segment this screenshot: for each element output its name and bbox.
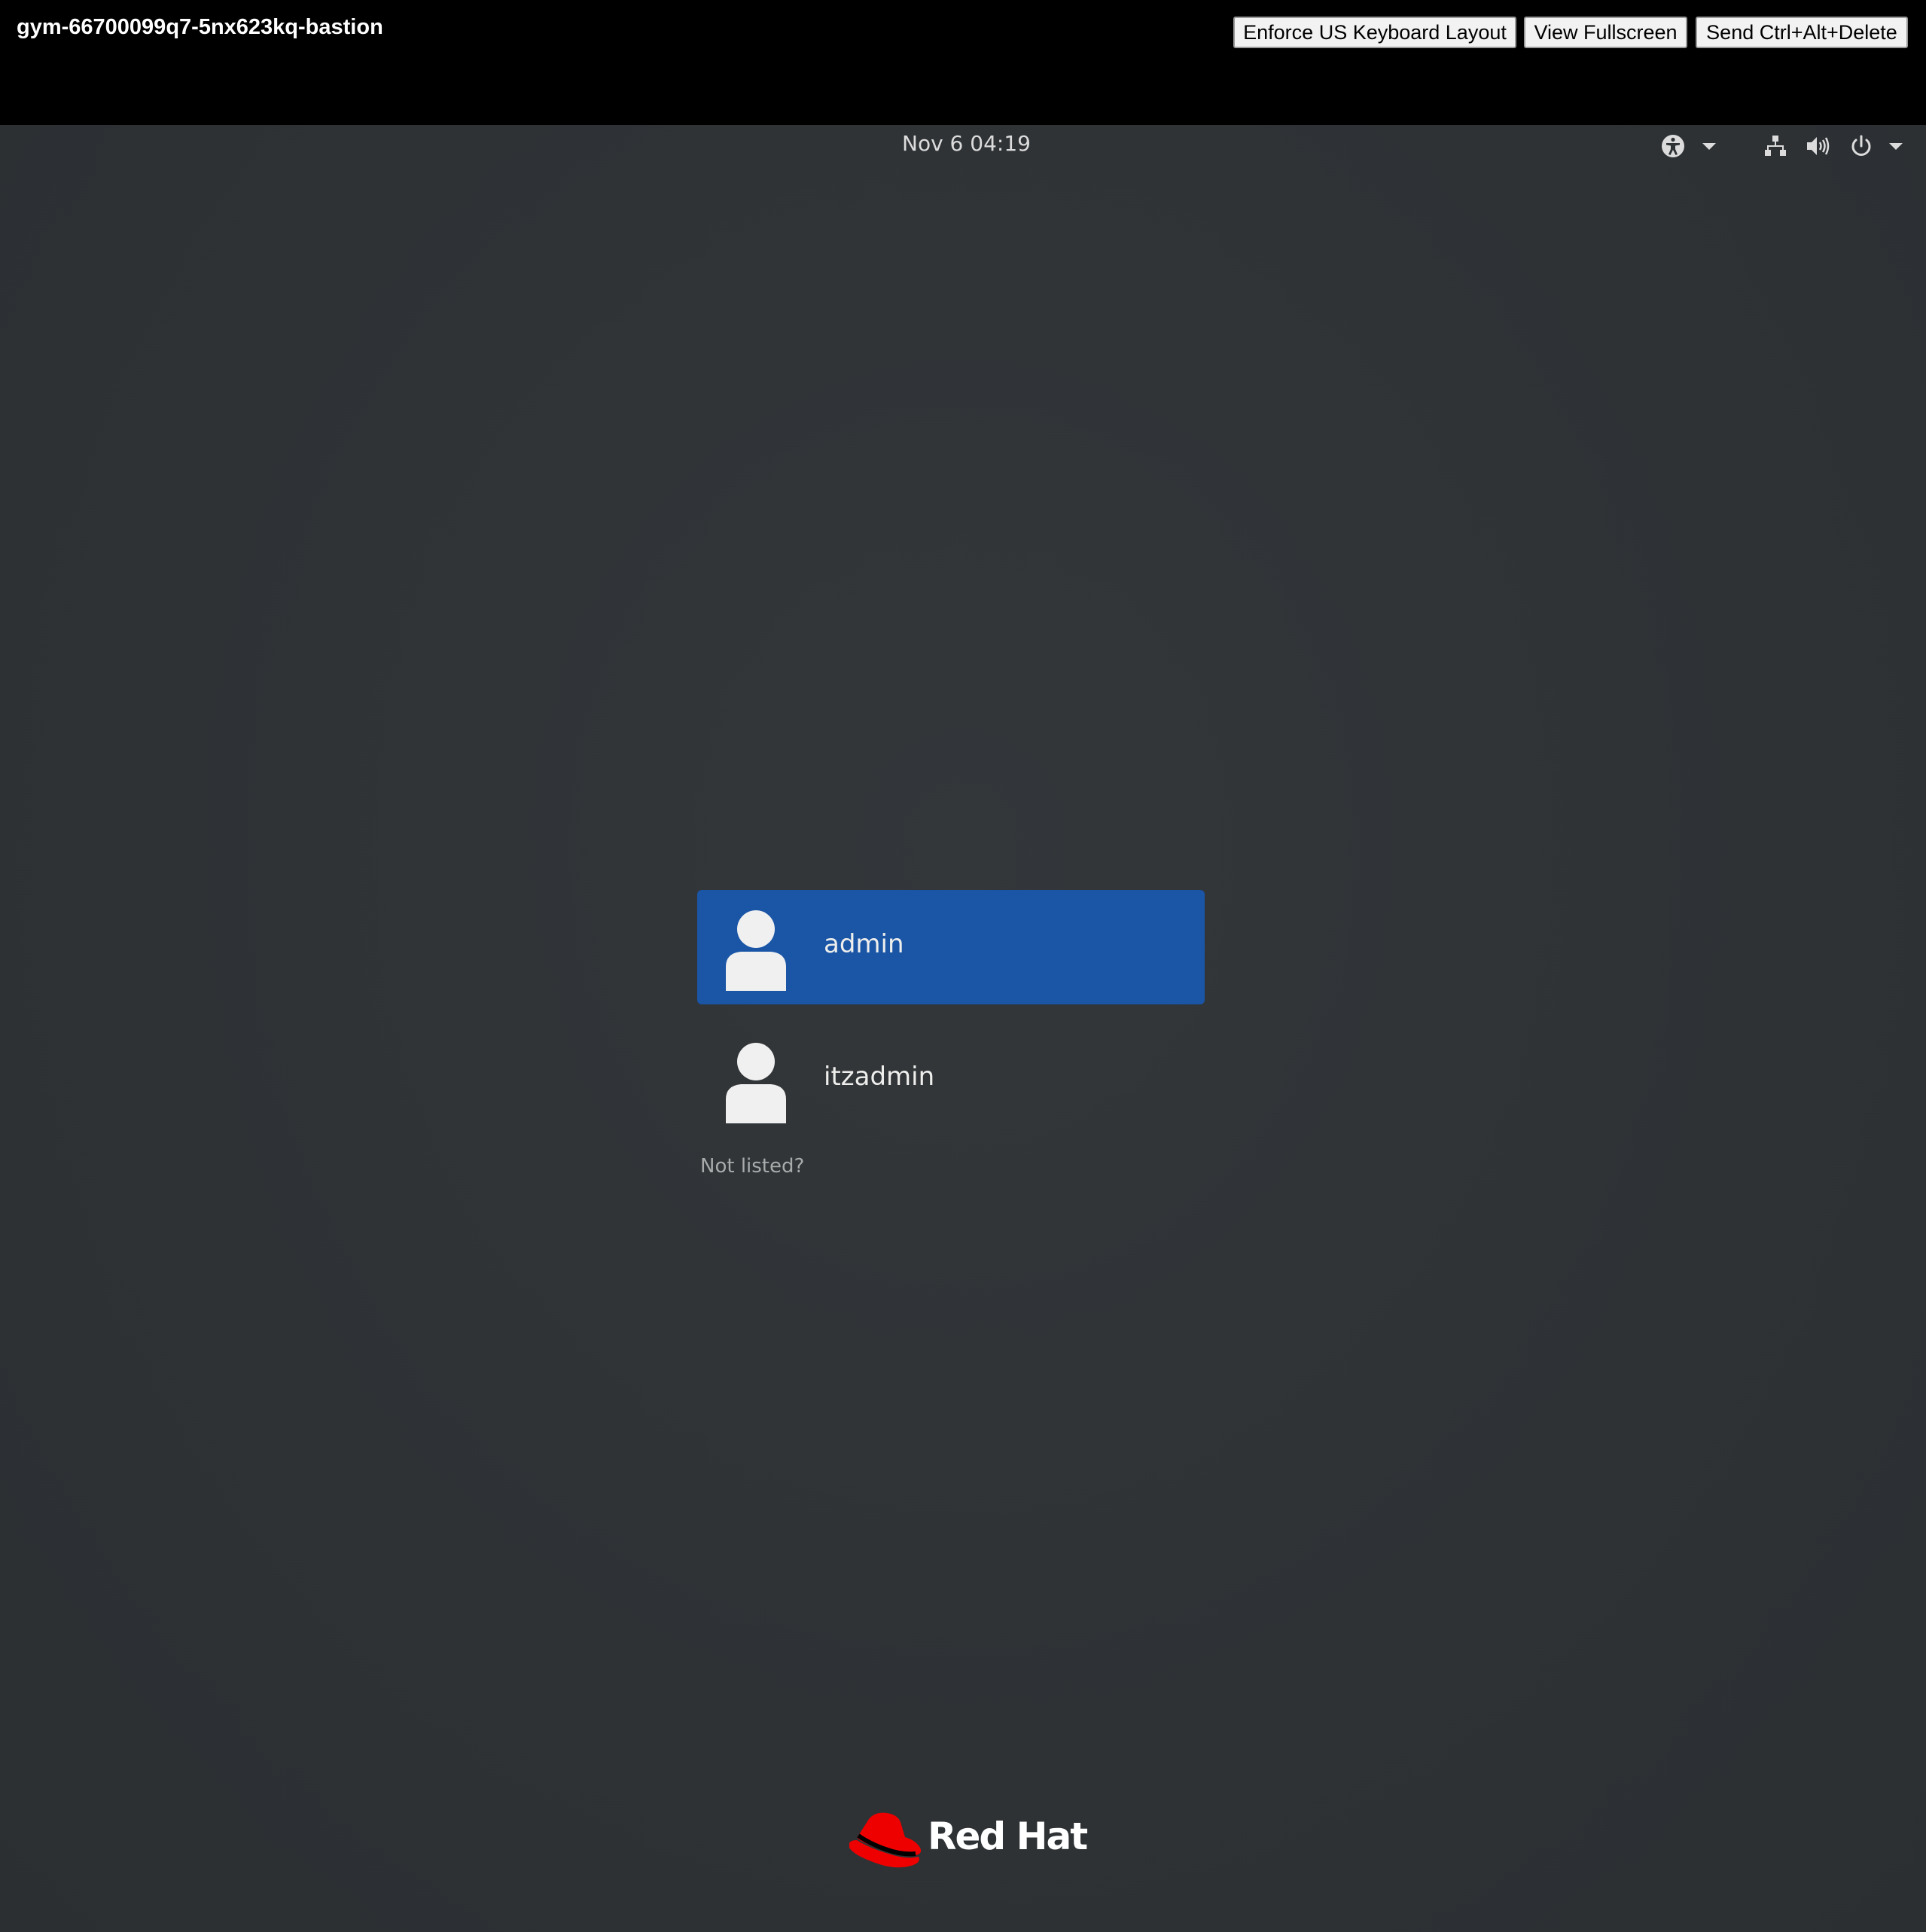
chevron-down-icon[interactable] [1694, 131, 1724, 161]
chevron-down-icon[interactable] [1881, 131, 1911, 161]
console-title: gym-66700099q7-5nx623kq-bastion [17, 15, 383, 39]
red-hat-logo-icon [849, 1812, 922, 1868]
logo-text: Red Hat [928, 1815, 1088, 1858]
user-list-item-itzadmin[interactable]: itzadmin [697, 1022, 1205, 1137]
send-ctrl-alt-delete-button[interactable]: Send Ctrl+Alt+Delete [1696, 17, 1908, 48]
panel-clock[interactable]: Nov 6 04:19 [902, 131, 1031, 156]
accessibility-icon[interactable] [1658, 131, 1688, 161]
not-listed-link[interactable]: Not listed? [700, 1155, 804, 1178]
view-fullscreen-button[interactable]: View Fullscreen [1524, 17, 1687, 48]
enforce-keyboard-layout-button[interactable]: Enforce US Keyboard Layout [1233, 17, 1516, 48]
network-icon[interactable] [1760, 131, 1790, 161]
login-screen: Nov 6 04:19 admin itzadmin Not listed? R… [0, 125, 1926, 1932]
red-hat-logo: Red Hat [846, 1806, 1088, 1873]
power-icon[interactable] [1846, 131, 1876, 161]
user-avatar-icon [724, 910, 788, 991]
user-list-item-admin[interactable]: admin [697, 890, 1205, 1004]
volume-icon[interactable] [1803, 131, 1833, 161]
user-name: admin [824, 929, 904, 959]
user-name: itzadmin [824, 1062, 935, 1092]
user-avatar-icon [724, 1042, 788, 1123]
console-header: gym-66700099q7-5nx623kq-bastion Enforce … [0, 0, 1926, 125]
